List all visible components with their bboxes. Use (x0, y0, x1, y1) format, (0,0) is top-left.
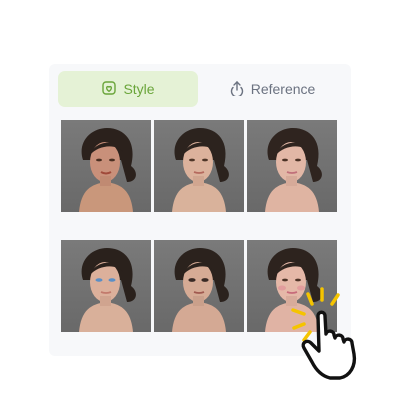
style-thumbnail-pink-blush[interactable] (247, 240, 337, 332)
portrait-image (265, 248, 322, 332)
style-icon (101, 80, 117, 99)
portrait-image (265, 128, 322, 212)
style-thumbnail-natural-glow[interactable] (154, 120, 244, 212)
portrait-image (79, 248, 136, 332)
portrait-image (172, 128, 229, 212)
style-thumbnail-warm-bronze[interactable] (61, 120, 151, 212)
style-gallery (61, 120, 337, 332)
upload-icon (229, 80, 245, 99)
portrait-image (172, 248, 229, 332)
style-thumbnail-soft-rose[interactable] (247, 120, 337, 212)
tab-reference-label: Reference (250, 81, 316, 97)
style-thumbnail-blue-eyeliner[interactable] (61, 240, 151, 332)
tab-reference[interactable]: Reference (202, 71, 342, 107)
tab-bar: Style Reference (58, 71, 342, 107)
style-thumbnail-smoky-eye[interactable] (154, 240, 244, 332)
style-selector-panel: Style Reference (49, 64, 351, 356)
tab-style[interactable]: Style (58, 71, 198, 107)
portrait-image (79, 128, 136, 212)
tab-style-label: Style (123, 81, 155, 97)
